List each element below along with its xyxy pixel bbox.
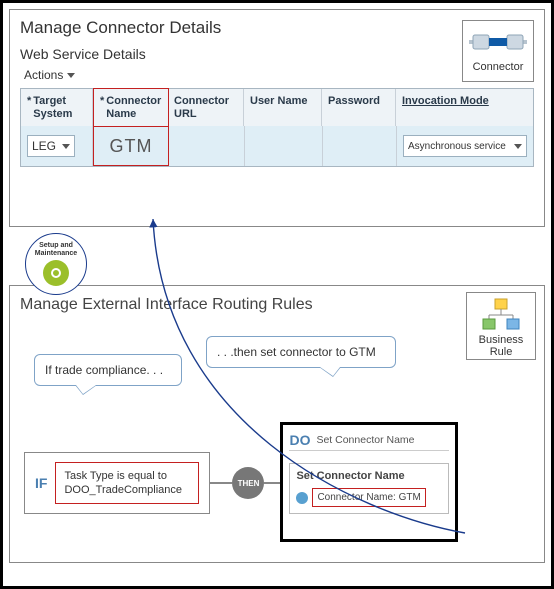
table-header-row: * Target System * Connector Name Connect… [21,89,533,126]
connector-table: * Target System * Connector Name Connect… [20,88,534,167]
chevron-down-icon [514,144,522,149]
gear-icon [43,260,69,286]
section-subtitle: Web Service Details [20,46,534,62]
connector-icon-label: Connector [463,61,533,73]
th-connector-url[interactable]: Connector URL [168,89,244,126]
mid-connector-area: Setup and Maintenance [9,227,545,285]
th-user-name[interactable]: User Name [244,89,322,126]
actions-menu[interactable]: Actions [24,68,534,82]
td-user-name[interactable] [245,126,323,166]
connector-details-panel: Manage Connector Details Web Service Det… [9,9,545,227]
td-connector-url[interactable] [169,126,245,166]
flow-line [264,482,280,484]
flow-line [210,482,232,484]
td-target-system: LEG [21,126,93,166]
business-rule-icon-box: Business Rule [466,292,536,360]
condition-box: Task Type is equal to DOO_TradeComplianc… [55,462,199,505]
business-rule-label: Business Rule [467,335,535,358]
td-connector-name[interactable]: GTM [93,126,169,166]
actions-label: Actions [24,68,63,82]
chevron-down-icon [62,144,70,149]
th-password[interactable]: Password [322,89,396,126]
rules-title: Manage External Interface Routing Rules [20,296,534,314]
if-block: IF Task Type is equal to DOO_TradeCompli… [24,452,210,514]
connector-icon-box: Connector [462,20,534,82]
connector-icon [467,25,529,59]
set-title: Set Connector Name [296,470,442,482]
do-subtitle: Set Connector Name [316,434,414,446]
callout-if: If trade compliance. . . [34,354,182,386]
th-invocation-mode[interactable]: Invocation Mode [396,89,533,126]
gear-icon [296,492,308,504]
td-password[interactable] [323,126,397,166]
th-target-system[interactable]: * Target System [21,89,93,126]
if-label: IF [35,475,47,491]
do-block: DO Set Connector Name Set Connector Name… [280,422,458,542]
invocation-mode-select[interactable]: Asynchronous service [403,135,527,157]
set-connector-box: Set Connector Name Connector Name: GTM [289,463,449,514]
do-label: DO [289,432,310,448]
th-connector-name[interactable]: * Connector Name [93,88,169,127]
routing-rules-panel: Manage External Interface Routing Rules … [9,285,545,563]
setup-label: Setup and Maintenance [26,242,86,257]
connector-name-value: Connector Name: GTM [312,488,425,507]
table-row: LEG GTM Asynchronous service [21,126,533,166]
callout-then: . . .then set connector to GTM [206,336,396,368]
rule-flow: IF Task Type is equal to DOO_TradeCompli… [24,424,534,542]
page-title: Manage Connector Details [20,18,534,38]
setup-maintenance-badge: Setup and Maintenance [25,233,87,295]
target-system-select[interactable]: LEG [27,135,75,157]
do-header: DO Set Connector Name [289,429,449,451]
then-badge: THEN [232,467,264,499]
td-invocation-mode: Asynchronous service [397,126,533,166]
chevron-down-icon [67,73,75,78]
hierarchy-icon [481,297,521,333]
